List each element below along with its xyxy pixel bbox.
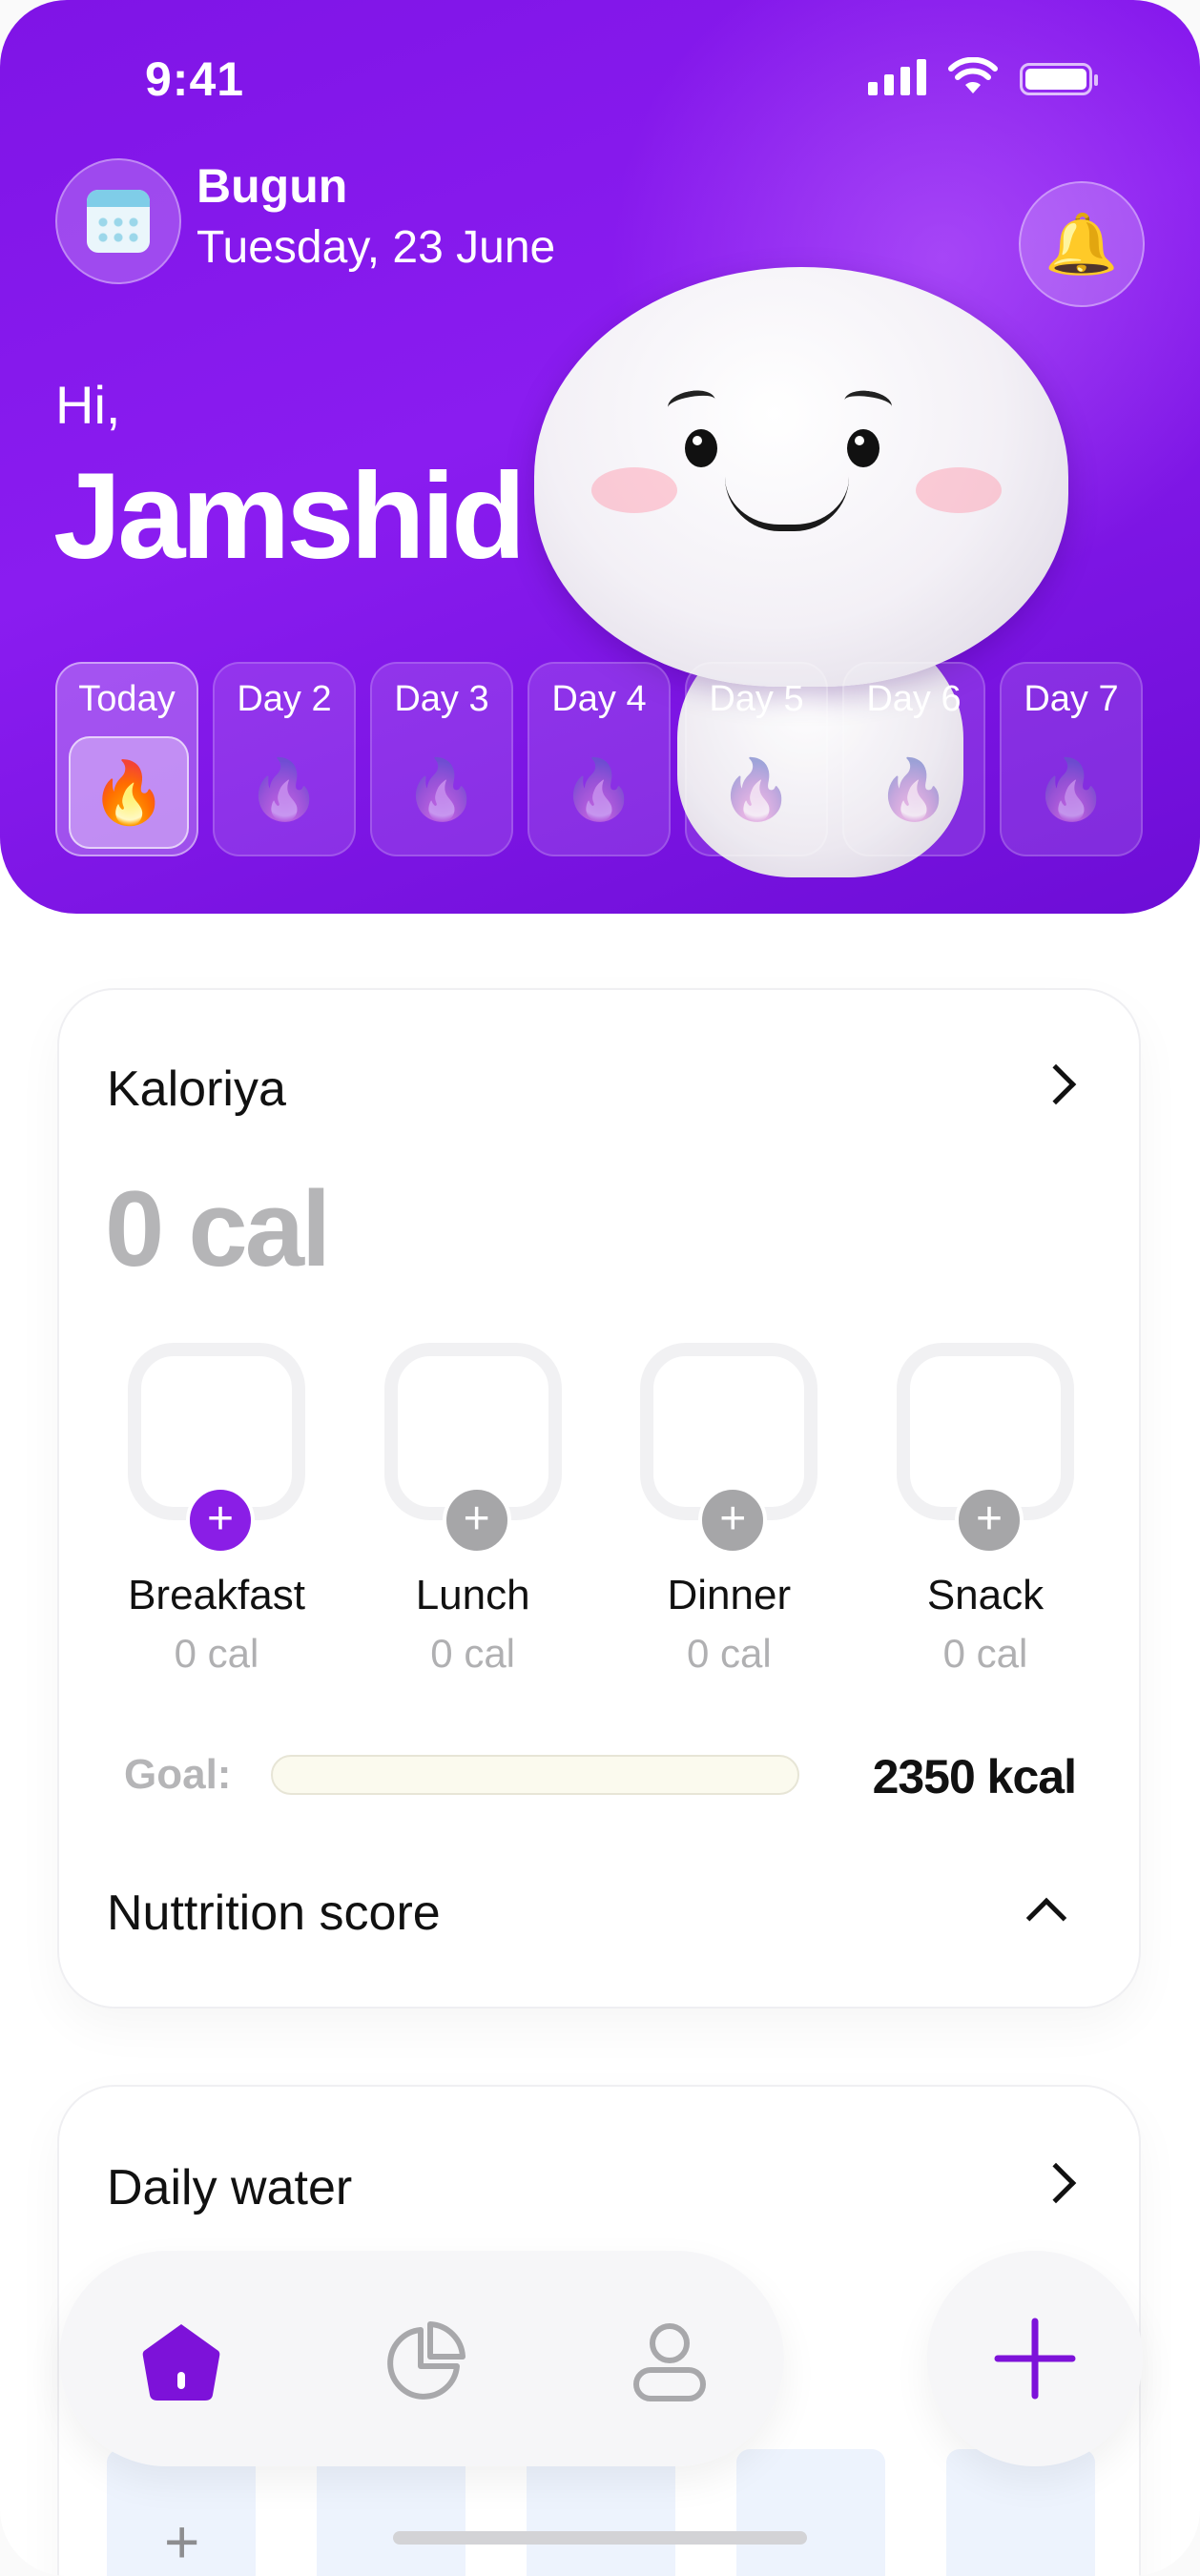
water-title: Daily water — [107, 2160, 353, 2215]
water-cup[interactable] — [317, 2449, 466, 2576]
add-button[interactable] — [927, 2251, 1143, 2466]
chevron-up-icon[interactable] — [1025, 1897, 1067, 1939]
water-cup[interactable] — [527, 2449, 675, 2576]
tab-profile[interactable] — [622, 2314, 717, 2409]
flame-icon: 🔥 — [247, 757, 321, 823]
meal-lunch[interactable]: + Lunch 0 cal — [373, 1343, 573, 1686]
goal-progress-bar — [271, 1755, 799, 1795]
calendar-button[interactable] — [55, 158, 181, 284]
plus-icon — [994, 2318, 1076, 2400]
status-time: 9:41 — [145, 52, 245, 106]
meal-calories: 0 cal — [942, 1631, 1028, 1676]
chevron-right-icon[interactable] — [1035, 2162, 1077, 2204]
bottom-tab-bar — [59, 2251, 784, 2466]
calories-title: Kaloriya — [107, 1061, 286, 1117]
day-label: Day 3 — [394, 679, 489, 719]
hero-header: 9:41 Bugun Tuesday, 23 June 🔔 Hi, Jamshi… — [0, 0, 1200, 914]
add-dinner-button[interactable]: + — [698, 1486, 768, 1555]
meals-row: + Breakfast 0 cal + Lunch 0 cal + Dinner… — [116, 1343, 1086, 1686]
day-label: Day 4 — [551, 679, 647, 719]
meal-calories: 0 cal — [430, 1631, 516, 1676]
water-cup[interactable] — [946, 2449, 1095, 2576]
day-selector: Today 🔥 Day 2 🔥 Day 3 🔥 Day 4 🔥 Day 5 🔥 … — [55, 662, 1143, 858]
water-cup[interactable] — [736, 2449, 885, 2576]
day-label: Day 5 — [709, 679, 804, 719]
calories-card: Kaloriya 0 cal + Breakfast 0 cal + Lunch… — [57, 988, 1141, 2009]
flame-icon: 🔥 — [562, 757, 636, 823]
home-indicator — [393, 2531, 807, 2545]
nutrition-score-title[interactable]: Nuttrition score — [107, 1885, 441, 1942]
flame-icon: 🔥 — [719, 757, 794, 823]
goal-value: 2350 kcal — [872, 1750, 1077, 1803]
header-date: Tuesday, 23 June — [197, 222, 556, 273]
meal-name: Breakfast — [128, 1572, 305, 1618]
flame-icon: 🔥 — [69, 736, 189, 849]
goal-label: Goal: — [124, 1751, 232, 1798]
day-label: Today — [78, 679, 176, 719]
calories-total: 0 cal — [105, 1169, 331, 1288]
home-icon — [142, 2324, 220, 2401]
add-lunch-button[interactable]: + — [442, 1486, 511, 1555]
day-label: Day 6 — [866, 679, 962, 719]
tab-stats[interactable] — [378, 2314, 473, 2409]
day-label: Day 7 — [1024, 679, 1119, 719]
day-tab-today[interactable]: Today 🔥 — [55, 662, 198, 856]
meal-calories: 0 cal — [174, 1631, 259, 1676]
day-label: Day 2 — [237, 679, 332, 719]
flame-icon: 🔥 — [1034, 757, 1108, 823]
day-tab-2[interactable]: Day 2 🔥 — [213, 662, 356, 856]
day-tab-3[interactable]: Day 3 🔥 — [370, 662, 513, 856]
add-water-icon[interactable]: + — [164, 2506, 199, 2576]
greeting: Hi, — [55, 375, 121, 435]
notifications-button[interactable]: 🔔 — [1019, 181, 1145, 307]
tab-home[interactable] — [134, 2314, 229, 2409]
meal-dinner[interactable]: + Dinner 0 cal — [629, 1343, 829, 1686]
add-breakfast-button[interactable]: + — [186, 1486, 255, 1555]
calendar-icon — [87, 190, 150, 253]
meal-name: Dinner — [667, 1572, 792, 1618]
meal-breakfast[interactable]: + Breakfast 0 cal — [116, 1343, 317, 1686]
profile-icon — [633, 2323, 706, 2401]
water-cups — [107, 2449, 1095, 2576]
header-label: Bugun — [197, 159, 348, 213]
battery-icon — [1020, 63, 1098, 95]
meal-name: Snack — [926, 1572, 1045, 1618]
day-tab-7[interactable]: Day 7 🔥 — [1000, 662, 1143, 856]
cellular-signal-icon — [868, 57, 926, 95]
user-name: Jamshid — [53, 448, 526, 585]
day-tab-5[interactable]: Day 5 🔥 — [685, 662, 828, 856]
day-tab-4[interactable]: Day 4 🔥 — [528, 662, 671, 856]
status-icons — [868, 57, 1098, 95]
bell-icon: 🔔 — [1045, 211, 1119, 278]
meal-name: Lunch — [415, 1572, 530, 1618]
chevron-right-icon[interactable] — [1035, 1063, 1077, 1105]
meal-snack[interactable]: + Snack 0 cal — [885, 1343, 1086, 1686]
flame-icon: 🔥 — [877, 757, 951, 823]
flame-icon: 🔥 — [404, 757, 479, 823]
pie-chart-icon — [387, 2321, 466, 2400]
app-screen: 9:41 Bugun Tuesday, 23 June 🔔 Hi, Jamshi… — [0, 0, 1200, 2576]
wifi-icon — [948, 57, 998, 93]
meal-calories: 0 cal — [686, 1631, 772, 1676]
day-tab-6[interactable]: Day 6 🔥 — [842, 662, 985, 856]
add-snack-button[interactable]: + — [954, 1486, 1024, 1555]
